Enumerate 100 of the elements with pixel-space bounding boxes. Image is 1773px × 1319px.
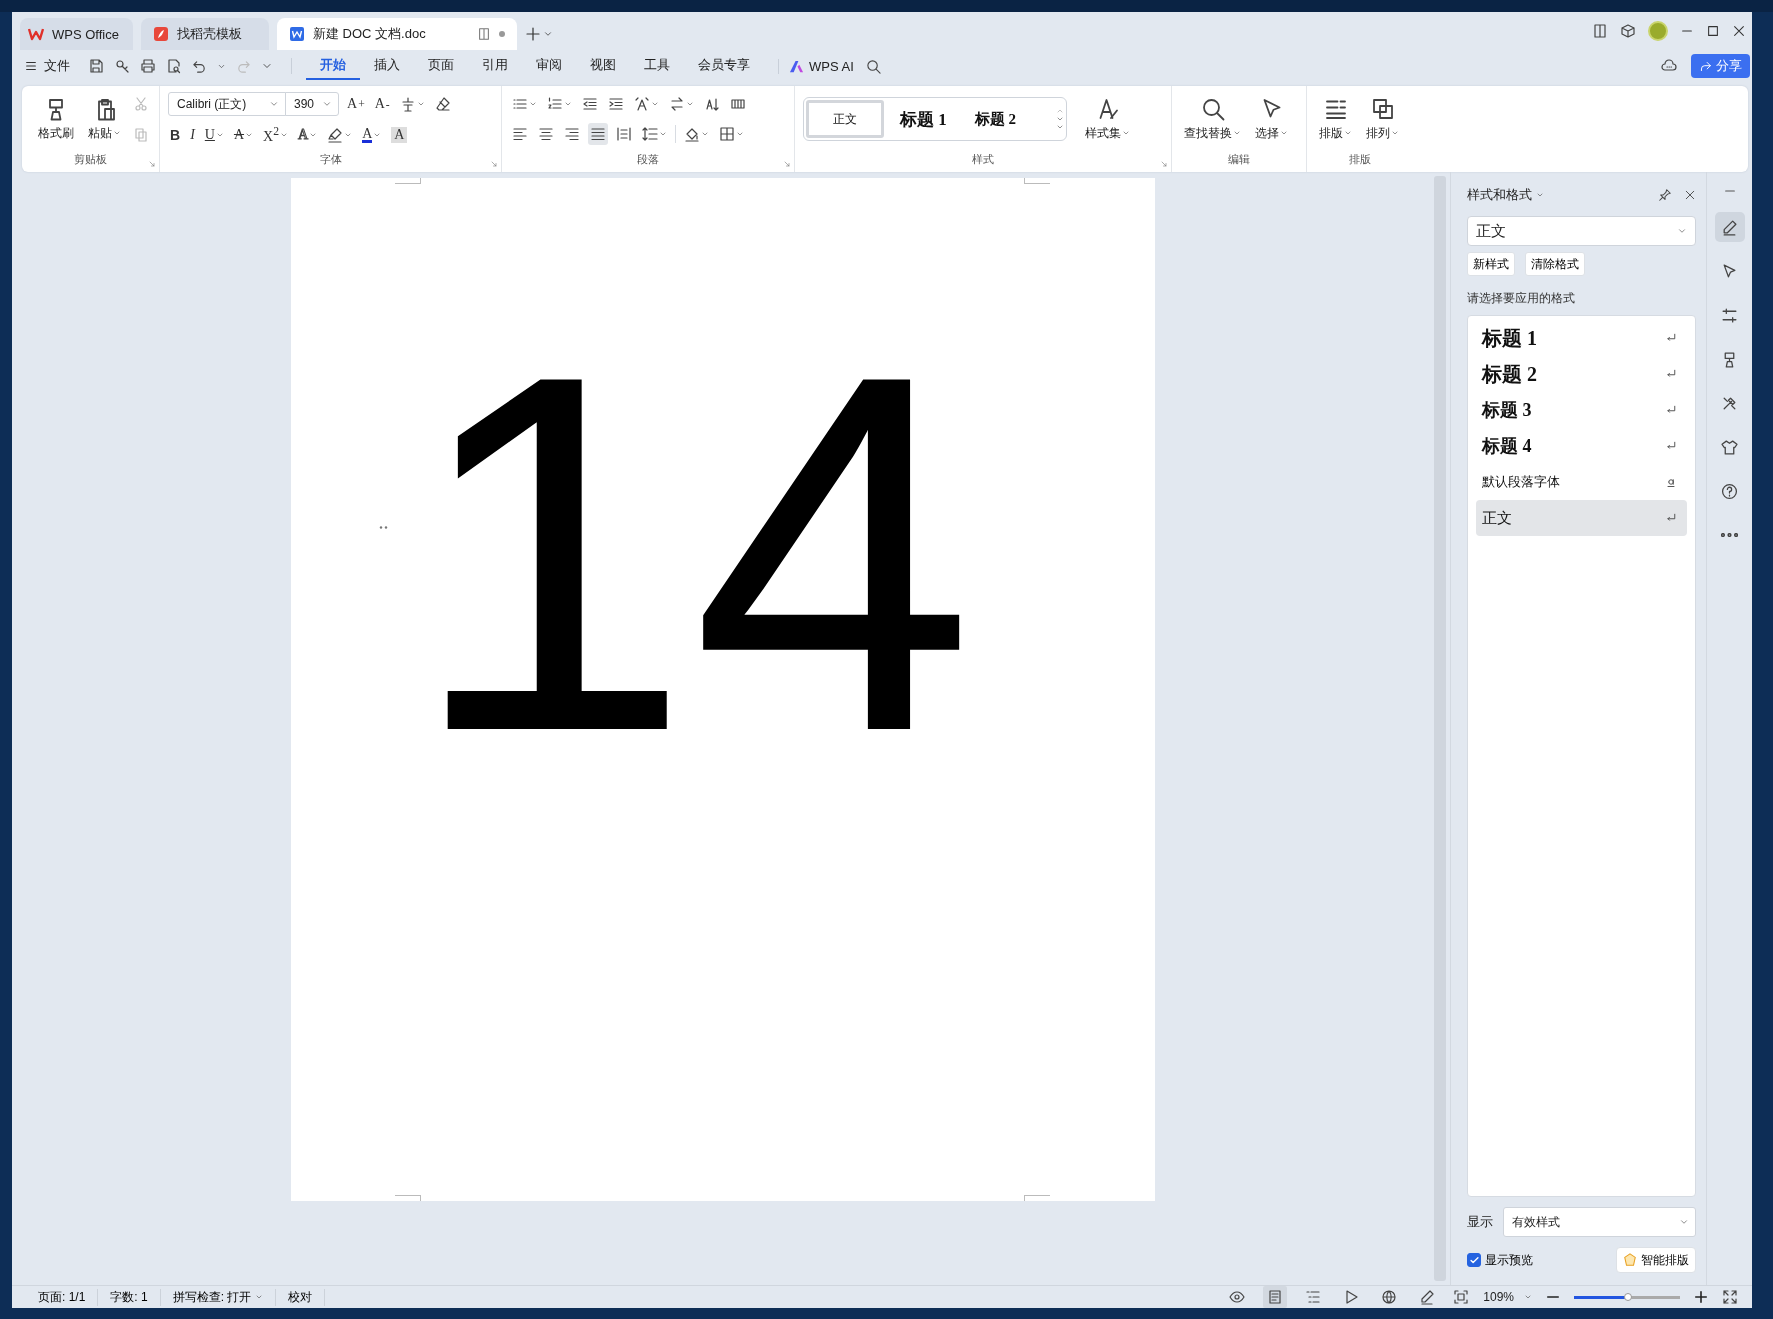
page-icon	[1267, 1289, 1284, 1305]
italic-button[interactable]: I	[188, 124, 197, 146]
menu-tab[interactable]: 审阅	[522, 52, 576, 80]
pen-tool-button[interactable]	[1714, 212, 1745, 242]
underline-button[interactable]: U	[202, 124, 226, 146]
document-logo-icon	[289, 26, 305, 42]
caret-icon	[1344, 129, 1352, 137]
select-button[interactable]: 选择	[1251, 94, 1292, 144]
caret-icon	[529, 100, 537, 108]
outdent-icon	[582, 96, 598, 112]
search-button[interactable]	[865, 58, 881, 74]
show-dropdown[interactable]: 有效样式	[1503, 1207, 1696, 1237]
style-set-button[interactable]: 样式集	[1081, 94, 1134, 144]
fullscreen-icon	[1722, 1289, 1738, 1305]
file-menu[interactable]: 文件	[24, 57, 70, 75]
spacing-icon	[642, 126, 658, 142]
right-icon	[564, 126, 580, 142]
check-icon	[1468, 1254, 1480, 1266]
dialog-launcher-icon	[148, 160, 156, 168]
style-dropdown[interactable]: 正文	[1467, 216, 1696, 246]
style-preset[interactable]: 标题 1	[888, 100, 959, 138]
fit-page-icon	[1453, 1289, 1470, 1305]
return-icon	[1665, 404, 1677, 416]
share-button[interactable]: 分享	[1691, 54, 1750, 78]
status-item[interactable]: 字数: 1	[98, 1288, 161, 1306]
preview-checkbox[interactable]: 显示预览	[1467, 1251, 1533, 1269]
pen-icon	[1419, 1289, 1436, 1305]
group-label: 段落	[637, 152, 659, 167]
app-logo-icon	[28, 26, 44, 42]
caret-icon	[651, 100, 659, 108]
pin-icon	[1658, 188, 1672, 202]
zoom-level[interactable]: 109%	[1483, 1290, 1532, 1304]
menu-tab[interactable]: 开始	[306, 52, 360, 80]
strikethrough-button[interactable]: A	[231, 124, 256, 146]
paste-button[interactable]: 粘贴	[84, 94, 125, 144]
arrange-button[interactable]: 排列	[1362, 94, 1403, 144]
caret-icon	[736, 130, 744, 138]
caret-icon	[1280, 129, 1288, 137]
menu-tab[interactable]: 插入	[360, 52, 414, 80]
status-item[interactable]: 校对	[276, 1288, 326, 1306]
bucket-icon	[684, 126, 700, 142]
caret-icon	[686, 100, 694, 108]
zoom-in-icon	[1694, 1290, 1708, 1304]
share-icon	[1699, 59, 1712, 73]
sort-icon	[704, 96, 720, 112]
return-icon	[1665, 512, 1677, 524]
undo-icon	[192, 58, 207, 74]
panel-button[interactable]: 新样式	[1467, 252, 1515, 276]
zoom-slider[interactable]	[1574, 1295, 1680, 1299]
font-color-button[interactable]: A	[360, 124, 384, 146]
menu-icon	[24, 59, 38, 73]
find-replace-button[interactable]: 查找替换	[1180, 94, 1245, 144]
menu-tab[interactable]: 引用	[468, 52, 522, 80]
status-item[interactable]: 页面: 1/1	[26, 1288, 99, 1306]
arrange-icon	[1370, 96, 1395, 121]
font-size-field[interactable]: 390	[285, 92, 339, 116]
justify-button[interactable]	[588, 123, 608, 145]
play-icon	[1343, 1289, 1360, 1305]
layout-button[interactable]: 排版	[1315, 94, 1356, 144]
caret-icon	[1679, 1217, 1689, 1227]
menu-tab[interactable]: 工具	[630, 52, 684, 80]
document-text: 14	[409, 299, 976, 807]
style-item[interactable]: 默认段落字体	[1476, 464, 1687, 500]
return-icon	[1665, 368, 1677, 380]
style-item[interactable]: 标题 1	[1476, 320, 1687, 356]
close-icon	[1684, 189, 1696, 201]
cloud-icon	[1661, 58, 1677, 74]
style-preset[interactable]: 正文	[806, 100, 884, 138]
panel-button[interactable]: 清除格式	[1525, 252, 1585, 276]
ai-button[interactable]: WPS AI	[778, 58, 854, 74]
tools-icon	[1721, 394, 1738, 412]
format-painter-button[interactable]: 格式刷	[34, 94, 78, 144]
font-name-field[interactable]: Calibri (正文)	[168, 92, 286, 116]
bold-button[interactable]: B	[168, 124, 183, 146]
copy-icon	[133, 126, 149, 142]
style-item[interactable]: 标题 3	[1476, 392, 1687, 428]
menu-tab[interactable]: 会员专享	[684, 52, 764, 80]
text-effect-button[interactable]: A	[296, 124, 320, 146]
smart-layout-button[interactable]: 智能排版	[1616, 1247, 1696, 1273]
menu-tab[interactable]: 页面	[414, 52, 468, 80]
style-item[interactable]: 正文	[1476, 500, 1687, 536]
indent-icon	[608, 96, 624, 112]
close-icon	[1732, 24, 1746, 38]
monitor-icon	[477, 27, 491, 41]
style-preset[interactable]: 标题 2	[962, 100, 1028, 138]
group-label: 编辑	[1228, 152, 1250, 167]
style-item[interactable]: 标题 4	[1476, 428, 1687, 464]
style-item[interactable]: 标题 2	[1476, 356, 1687, 392]
document-tab[interactable]: 新建 DOC 文档.doc	[277, 18, 517, 50]
caret-icon	[1677, 226, 1687, 236]
status-item[interactable]: 拼写检查: 打开	[160, 1288, 277, 1306]
highlight-icon	[327, 127, 344, 143]
document-tab[interactable]: 找稻壳模板	[141, 18, 269, 50]
superscript-button[interactable]: X$^{2}$	[261, 124, 290, 146]
document-tab[interactable]: WPS Office	[20, 18, 133, 50]
caret-icon	[1056, 115, 1064, 123]
menu-tab[interactable]: 视图	[576, 52, 630, 80]
slider-thumb[interactable]	[1624, 1292, 1633, 1301]
character-shading-button[interactable]: A	[389, 124, 410, 146]
page-view-button[interactable]	[1263, 1286, 1288, 1308]
